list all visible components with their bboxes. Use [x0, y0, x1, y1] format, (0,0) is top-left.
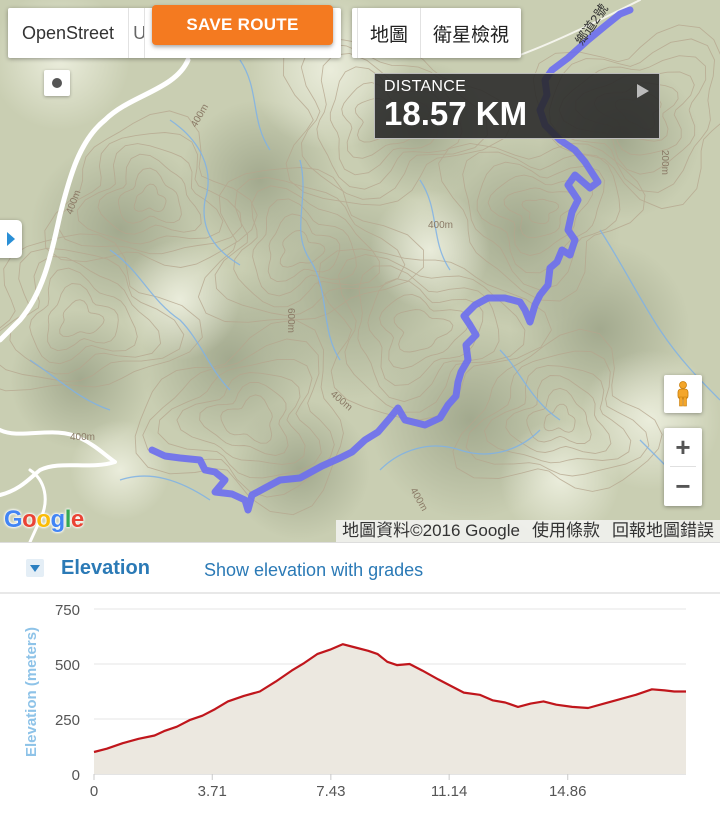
- y-tick-label: 750: [55, 602, 80, 619]
- terms-link[interactable]: 使用條款: [526, 520, 606, 542]
- google-logo: Google: [4, 506, 84, 533]
- chevron-right-icon: [7, 232, 15, 246]
- street-view-pegman[interactable]: [664, 375, 702, 413]
- map-data-credit: 地圖資料©2016 Google: [342, 521, 520, 540]
- terrain-highlight: [370, 190, 490, 310]
- x-tick-label: 14.86: [549, 783, 587, 800]
- x-tick-label: 0: [90, 783, 98, 800]
- maptype-openstreet[interactable]: OpenStreet: [8, 8, 130, 58]
- elevation-collapse-toggle[interactable]: [26, 559, 44, 577]
- y-tick-labels: 0 250 500 750: [55, 602, 80, 784]
- elevation-title: Elevation: [61, 557, 150, 579]
- pegman-icon: [677, 381, 689, 407]
- show-grades-link[interactable]: Show elevation with grades: [204, 560, 423, 581]
- map-type-bar-right: 地圖 衛星檢視: [352, 8, 522, 58]
- x-tick-label: 3.71: [198, 783, 227, 800]
- distance-panel[interactable]: DISTANCE 18.57 KM: [374, 73, 660, 139]
- y-tick-label: 250: [55, 712, 80, 729]
- zoom-control: + −: [664, 428, 702, 506]
- maptype-hidden-option[interactable]: U: [129, 8, 146, 58]
- distance-label: DISTANCE: [384, 78, 467, 95]
- route-planner: 400m 400m 400m 400m 400m 400m 600m 200m 鄉道2號 Op…: [0, 0, 720, 820]
- distance-value: 18.57 KM: [384, 95, 528, 132]
- map-attribution: 地圖資料©2016 Google 使用條款 回報地圖錯誤: [336, 520, 720, 542]
- play-arrow-icon[interactable]: [637, 84, 649, 98]
- save-route-button[interactable]: SAVE ROUTE: [152, 5, 333, 45]
- contour-label: 400m: [428, 220, 453, 231]
- zoom-in-button[interactable]: +: [664, 428, 702, 466]
- locate-icon: [52, 78, 62, 88]
- report-error-link[interactable]: 回報地圖錯誤: [606, 520, 720, 542]
- terrain-map[interactable]: 400m 400m 400m 400m 400m 400m 600m 200m 鄉道2號 Op…: [0, 0, 720, 542]
- maptype-map[interactable]: 地圖: [358, 8, 422, 58]
- locate-button[interactable]: [44, 70, 70, 96]
- x-tick-label: 7.43: [316, 783, 345, 800]
- y-tick-label: 0: [72, 767, 80, 784]
- chevron-down-icon: [30, 564, 40, 572]
- elevation-chart: 0 250 500 750 0 3.71 7.43 11.14 14.86 Elevation…: [23, 602, 686, 800]
- contour-label: 600m: [285, 308, 296, 333]
- y-tick-label: 500: [55, 657, 80, 674]
- y-axis-label: Elevation (meters): [23, 627, 40, 757]
- contour-label: 400m: [70, 432, 95, 443]
- x-tick-labels: 0 3.71 7.43 11.14 14.86: [90, 783, 587, 800]
- x-tick-label: 11.14: [431, 783, 467, 800]
- zoom-out-button[interactable]: −: [664, 467, 702, 505]
- elevation-header: Elevation Show elevation with grades: [0, 542, 720, 592]
- contour-label: 200m: [659, 150, 670, 175]
- maptype-satellite[interactable]: 衛星檢視: [421, 8, 521, 58]
- side-panel-toggle[interactable]: [0, 220, 22, 258]
